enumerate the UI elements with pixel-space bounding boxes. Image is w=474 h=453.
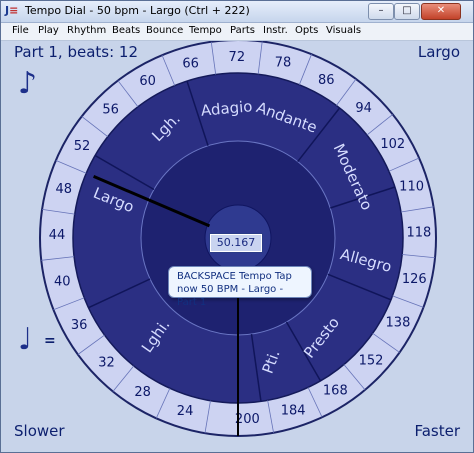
tempo-tap-tooltip: BACKSPACE Tempo Tap now 50 BPM - Largo -… xyxy=(168,266,312,308)
bpm-tick-label: 56 xyxy=(102,102,119,117)
menu-instr[interactable]: Instr. xyxy=(263,25,288,36)
menu-bar: File Play Rhythm Beats Bounce Tempo Part… xyxy=(1,23,473,41)
title-bar: J≡ Tempo Dial - 50 bpm - Largo (Ctrl + 2… xyxy=(1,1,473,23)
maximize-button[interactable]: □ xyxy=(394,3,420,20)
dial-area: Part 1, beats: 12 Largo Slower Faster ♪ … xyxy=(2,41,472,451)
close-button[interactable]: ✕ xyxy=(421,3,461,20)
bpm-tick-label: 152 xyxy=(359,354,384,369)
bpm-tick-label: 72 xyxy=(229,50,246,65)
bpm-tick-label: 118 xyxy=(407,226,432,241)
tempo-dial-window: J≡ Tempo Dial - 50 bpm - Largo (Ctrl + 2… xyxy=(0,0,474,453)
bpm-tick-label: 24 xyxy=(177,404,194,419)
bpm-tick-label: 36 xyxy=(71,318,88,333)
menu-opts[interactable]: Opts xyxy=(295,25,318,36)
minimize-button[interactable]: – xyxy=(368,3,394,20)
menu-beats[interactable]: Beats xyxy=(112,25,140,36)
tooltip-line-1: BACKSPACE Tempo Tap xyxy=(177,271,292,282)
tooltip-line-2: now 50 BPM - Largo - Part 1 xyxy=(177,284,284,308)
bpm-tick-label: 86 xyxy=(318,73,335,88)
bpm-tick-label: 40 xyxy=(54,274,71,289)
bpm-tick-label: 168 xyxy=(323,384,348,399)
menu-visuals[interactable]: Visuals xyxy=(326,25,361,36)
menu-play[interactable]: Play xyxy=(38,25,59,36)
bpm-value-field[interactable]: 50.167 xyxy=(209,233,263,253)
menu-tempo[interactable]: Tempo xyxy=(189,25,222,36)
bpm-tick-label: 44 xyxy=(49,228,66,243)
menu-parts[interactable]: Parts xyxy=(230,25,255,36)
menu-rhythm[interactable]: Rhythm xyxy=(67,25,106,36)
app-icon: J≡ xyxy=(5,4,19,17)
bpm-tick-label: 78 xyxy=(275,56,292,71)
bpm-tick-label: 28 xyxy=(134,385,151,400)
bpm-tick-label: 52 xyxy=(74,139,91,154)
bpm-tick-label: 48 xyxy=(55,182,72,197)
bpm-tick-label: 138 xyxy=(386,316,411,331)
menu-bounce[interactable]: Bounce xyxy=(146,25,183,36)
bpm-tick-label: 110 xyxy=(399,180,424,195)
bpm-tick-label: 126 xyxy=(402,272,427,287)
bpm-tick-label: 60 xyxy=(139,74,156,89)
menu-file[interactable]: File xyxy=(12,25,29,36)
window-title: Tempo Dial - 50 bpm - Largo (Ctrl + 222) xyxy=(25,4,250,17)
bpm-tick-label: 184 xyxy=(281,403,306,418)
bpm-tick-label: 102 xyxy=(380,137,405,152)
bpm-tick-label: 94 xyxy=(355,101,372,116)
bpm-tick-label: 32 xyxy=(98,355,115,370)
bpm-tick-label: 66 xyxy=(182,56,199,71)
